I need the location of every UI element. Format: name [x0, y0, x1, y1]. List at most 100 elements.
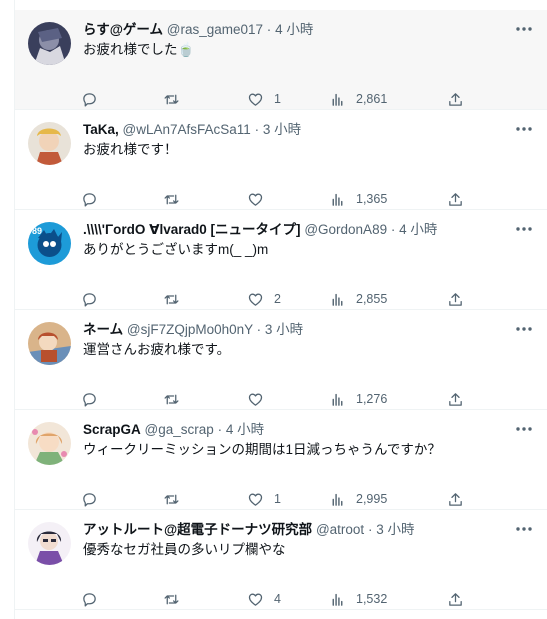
retweet-button[interactable] [163, 290, 180, 308]
reply-text: ありがとうございますm(_ _)m [83, 242, 269, 257]
avatar[interactable] [28, 422, 71, 465]
retweet-button[interactable] [163, 90, 180, 108]
reply-text: お疲れ様でした🍵 [83, 42, 195, 57]
reply-header: ScrapGA @ga_scrap · 4 小時 [83, 421, 503, 439]
reply-button[interactable] [81, 590, 98, 608]
retweet-button[interactable] [163, 190, 180, 208]
like-button[interactable]: 1 [247, 490, 281, 508]
share-button[interactable] [447, 190, 464, 208]
like-count: 2 [274, 292, 281, 306]
retweet-arrows-icon [164, 194, 179, 204]
post-time[interactable]: 3 小時 [263, 122, 301, 137]
reply-button[interactable] [81, 290, 98, 308]
action-bar: 1,276 [81, 390, 481, 408]
view-count: 2,855 [356, 292, 388, 306]
share-button[interactable] [447, 290, 464, 308]
post-time[interactable]: 3 小時 [265, 322, 303, 337]
user-handle[interactable]: @ga_scrap [145, 422, 214, 437]
reply-text: ウィークリーミッションの期間は1日減っちゃうんですか？ [83, 442, 441, 457]
separator-dot: · [217, 422, 223, 437]
reply-item[interactable]: アットルート@超電子ドーナツ研究部 @atroot · 3 小時 優秀なセガ社員… [15, 510, 547, 610]
view-count: 1,532 [356, 592, 388, 606]
retweet-button[interactable] [163, 490, 180, 508]
share-upload-icon [449, 392, 462, 406]
views-button[interactable]: 1,532 [329, 590, 387, 608]
user-handle[interactable]: @wLAn7AfsFAcSa11 [123, 122, 251, 137]
more-options-button[interactable] [513, 120, 535, 138]
like-button[interactable]: 4 [247, 590, 281, 608]
like-button[interactable] [247, 190, 274, 208]
reply-button[interactable] [81, 190, 98, 208]
speech-bubble-icon [83, 492, 96, 507]
reply-item[interactable]: らす@ゲーム @ras_game017 · 4 小時 お疲れ様でした🍵 1 2,… [15, 10, 547, 110]
reply-text: 運営さんお疲れ様です。 [83, 342, 231, 357]
reply-item[interactable]: TaKa, @wLAn7AfsFAcSa11 · 3 小時 お疲れ様です！ 1,… [15, 110, 547, 210]
like-button[interactable] [247, 390, 274, 408]
post-time[interactable]: 3 小時 [376, 522, 414, 537]
share-button[interactable] [447, 590, 464, 608]
bar-chart-icon [332, 393, 343, 406]
action-bar: 1 2,861 [81, 90, 481, 108]
retweet-arrows-icon [164, 594, 179, 604]
speech-bubble-icon [83, 592, 96, 607]
views-button[interactable]: 2,861 [329, 90, 387, 108]
reply-item[interactable]: ネーム @sjF7ZQjpMo0h0nY · 3 小時 運営さんお疲れ様です。 … [15, 310, 547, 410]
retweet-button[interactable] [163, 390, 180, 408]
like-button[interactable]: 2 [247, 290, 281, 308]
heart-icon [248, 293, 263, 306]
more-options-button[interactable] [513, 20, 535, 38]
retweet-button[interactable] [163, 590, 180, 608]
reply-item[interactable]: ScrapGA @ga_scrap · 4 小時 ウィークリーミッションの期間は… [15, 410, 547, 510]
like-button[interactable]: 1 [247, 90, 281, 108]
heart-icon [248, 593, 263, 606]
post-time[interactable]: 4 小時 [226, 422, 264, 437]
share-button[interactable] [447, 90, 464, 108]
avatar[interactable] [28, 522, 71, 565]
share-upload-icon [449, 92, 462, 106]
share-button[interactable] [447, 490, 464, 508]
post-time[interactable]: 4 小時 [399, 222, 437, 237]
views-button[interactable]: 2,995 [329, 490, 387, 508]
like-count: 1 [274, 492, 281, 506]
reply-button[interactable] [81, 90, 98, 108]
user-handle[interactable]: @sjF7ZQjpMo0h0nY [127, 322, 253, 337]
avatar[interactable] [28, 122, 71, 165]
more-options-button[interactable] [513, 320, 535, 338]
display-name[interactable]: アットルート@超電子ドーナツ研究部 [83, 522, 312, 537]
more-options-button[interactable] [513, 220, 535, 238]
reply-item[interactable]: 89 .\\\\'ΓordO ∀lvarad0 [ニュータイプ] @Gordon… [15, 210, 547, 310]
three-dots-icon [516, 27, 532, 31]
user-handle[interactable]: @ras_game017 [167, 22, 263, 37]
svg-text:89: 89 [32, 226, 42, 236]
avatar[interactable]: 89 [28, 222, 71, 265]
user-handle[interactable]: @atroot [316, 522, 364, 537]
three-dots-icon [516, 227, 532, 231]
three-dots-icon [516, 327, 532, 331]
post-time[interactable]: 4 小時 [275, 22, 313, 37]
display-name[interactable]: ScrapGA [83, 422, 141, 437]
more-options-button[interactable] [513, 520, 535, 538]
retweet-arrows-icon [164, 394, 179, 404]
share-upload-icon [449, 292, 462, 306]
views-button[interactable]: 1,276 [329, 390, 387, 408]
more-options-button[interactable] [513, 420, 535, 438]
display-name[interactable]: .\\\\'ΓordO ∀lvarad0 [ニュータイプ] [83, 222, 301, 237]
display-name[interactable]: ネーム [83, 322, 123, 337]
reply-header: .\\\\'ΓordO ∀lvarad0 [ニュータイプ] @GordonA89… [83, 221, 503, 239]
views-button[interactable]: 1,365 [329, 190, 387, 208]
user-handle[interactable]: @GordonA89 [304, 222, 387, 237]
display-name[interactable]: らす@ゲーム [83, 22, 163, 37]
reply-button[interactable] [81, 490, 98, 508]
views-button[interactable]: 2,855 [329, 290, 387, 308]
reply-header: らす@ゲーム @ras_game017 · 4 小時 [83, 21, 503, 39]
action-bar: 2 2,855 [81, 290, 481, 308]
heart-icon [248, 493, 263, 506]
avatar[interactable] [28, 22, 71, 65]
separator-dot: · [266, 22, 272, 37]
share-button[interactable] [447, 390, 464, 408]
reply-button[interactable] [81, 390, 98, 408]
share-upload-icon [449, 192, 462, 206]
reply-header: TaKa, @wLAn7AfsFAcSa11 · 3 小時 [83, 121, 503, 139]
avatar[interactable] [28, 322, 71, 365]
display-name[interactable]: TaKa, [83, 122, 119, 137]
